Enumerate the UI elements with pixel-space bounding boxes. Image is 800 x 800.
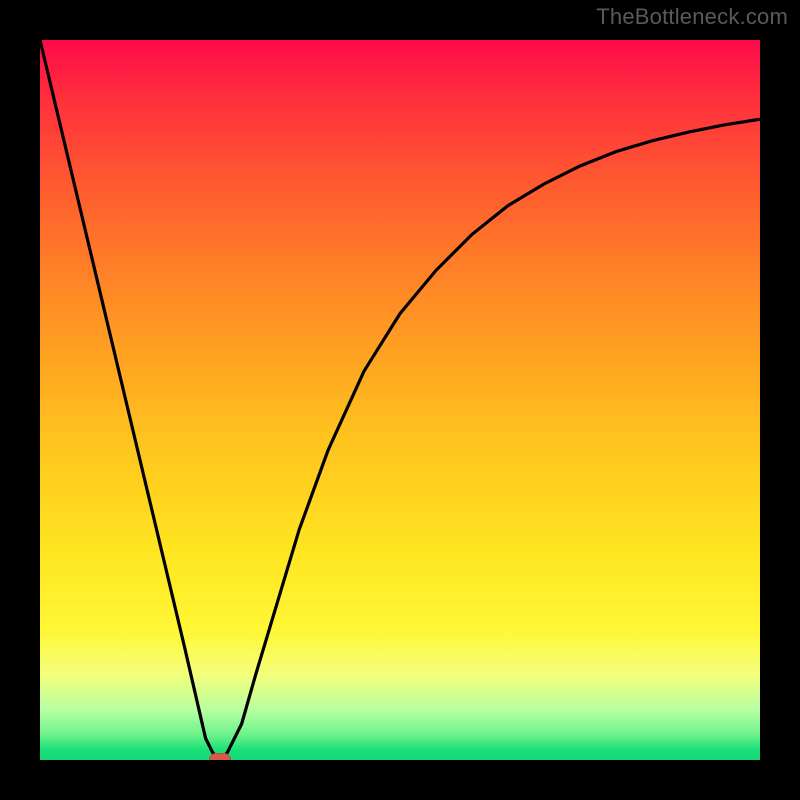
bottleneck-curve: [40, 40, 760, 760]
chart-frame: TheBottleneck.com: [0, 0, 800, 800]
watermark-text: TheBottleneck.com: [596, 4, 788, 30]
curve-svg: [40, 40, 760, 760]
min-point-marker: [209, 753, 231, 760]
plot-area: [40, 40, 760, 760]
